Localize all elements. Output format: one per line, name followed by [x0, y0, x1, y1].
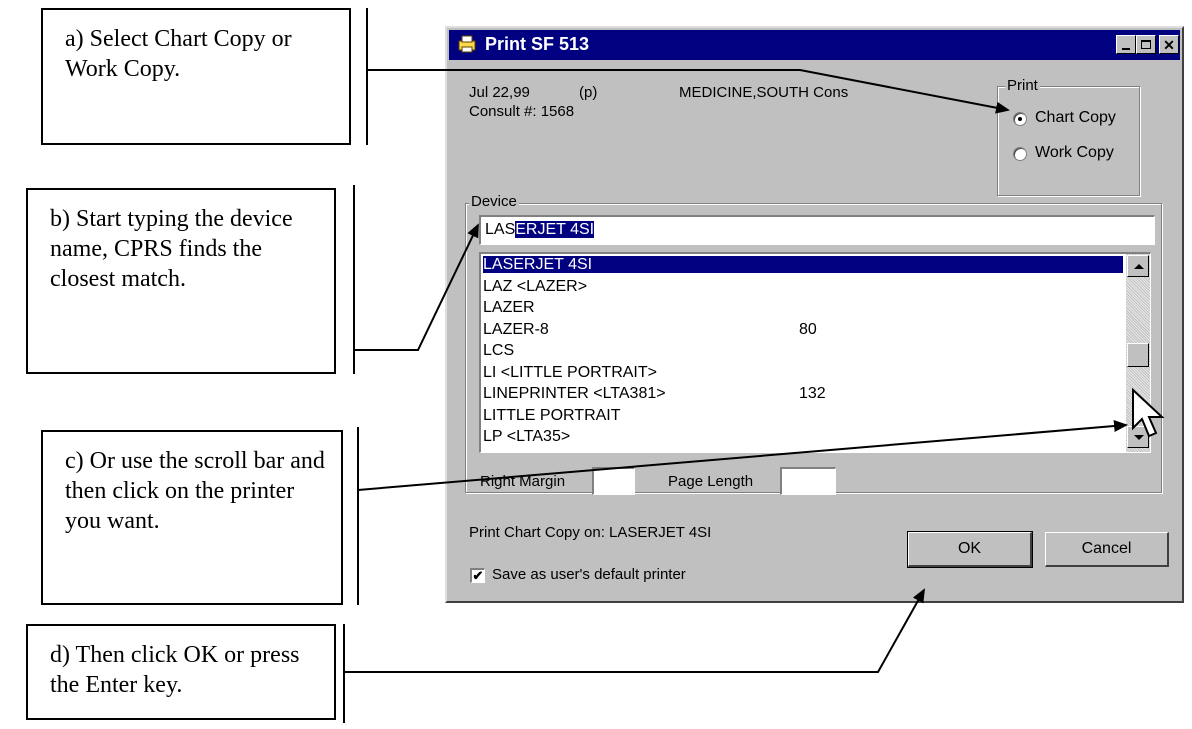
callout-d-text: d) Then click OK or press the Enter key.	[50, 642, 300, 698]
close-button[interactable]: ✕	[1159, 35, 1179, 54]
device-group-label: Device	[469, 193, 519, 210]
dialog-title: Print SF 513	[485, 34, 590, 54]
device-list-item[interactable]: LP <LTA35>	[483, 428, 1083, 445]
print-group-label: Print	[1005, 77, 1040, 94]
maximize-button[interactable]	[1136, 35, 1156, 54]
device-list-item[interactable]: LI <LITTLE PORTRAIT>	[483, 364, 1083, 381]
page-length-label: Page Length	[668, 473, 754, 490]
device-input-text: LASERJET 4SI	[485, 221, 595, 239]
device-name: LINEPRINTER <LTA381>	[483, 385, 666, 402]
device-margin: 132	[799, 385, 826, 402]
consult-date: Jul 22,99	[469, 84, 530, 101]
device-margin: 80	[799, 320, 817, 338]
device-list-item[interactable]: LITTLE PORTRAIT	[483, 407, 1083, 424]
consult-flag: (p)	[579, 84, 598, 101]
ok-button[interactable]: OK	[907, 531, 1033, 568]
page-length-input[interactable]	[780, 467, 836, 495]
radio-work-copy[interactable]	[1013, 147, 1027, 161]
callout-c-divider	[357, 427, 359, 605]
device-name: LASERJET 4SI	[483, 256, 593, 273]
mouse-cursor-icon	[1132, 388, 1165, 438]
print-on-text: Print Chart Copy on: LASERJET 4SI	[469, 524, 712, 541]
callout-d-divider	[343, 624, 345, 723]
device-list-item[interactable]: LCS	[483, 342, 1083, 359]
callout-d: d) Then click OK or press the Enter key.	[26, 624, 336, 720]
device-name: LITTLE PORTRAIT	[483, 406, 621, 424]
device-list-item[interactable]: LAZ <LAZER>	[483, 278, 1083, 295]
right-margin-label: Right Margin	[480, 473, 566, 490]
right-margin-input[interactable]	[592, 467, 635, 495]
device-list-item[interactable]: LASERJET 4SI	[483, 256, 1123, 273]
device-name: LAZ <LAZER>	[483, 277, 588, 295]
device-name: LCS	[483, 342, 515, 359]
cancel-button[interactable]: Cancel	[1045, 532, 1169, 567]
device-name: LAZER	[483, 299, 535, 316]
print-group	[997, 86, 1140, 196]
cancel-button-label: Cancel	[1081, 540, 1132, 557]
radio-work-copy-label[interactable]: Work Copy	[1035, 144, 1114, 162]
callout-b: b) Start typing the device name, CPRS fi…	[26, 188, 336, 374]
save-default-checkbox[interactable]: ✔	[470, 568, 485, 583]
device-list-item[interactable]: LINEPRINTER <LTA381> 132	[483, 385, 1083, 402]
radio-chart-copy[interactable]	[1013, 112, 1027, 126]
minimize-icon	[1122, 47, 1130, 50]
device-input[interactable]: LASERJET 4SI	[479, 215, 1155, 245]
radio-chart-copy-label[interactable]: Chart Copy	[1035, 109, 1116, 127]
close-icon: ✕	[1163, 36, 1175, 53]
callout-c: c) Or use the scroll bar and then click …	[41, 430, 343, 605]
title-bar[interactable]: Print SF 513 ✕	[449, 30, 1180, 60]
save-default-label[interactable]: Save as user's default printer	[492, 566, 686, 583]
device-list[interactable]: LASERJET 4SI LAZ <LAZER> LAZER LAZER-8 80 LCS…	[479, 252, 1151, 453]
scroll-up-button[interactable]	[1127, 255, 1149, 277]
callout-a-divider	[366, 8, 368, 145]
scroll-thumb[interactable]	[1127, 343, 1149, 367]
consult-service: MEDICINE,SOUTH Cons	[679, 84, 849, 101]
callout-a-text: a) Select Chart Copy or Work Copy.	[65, 26, 292, 82]
device-autocomplete-text: ERJET 4SI	[515, 221, 595, 238]
print-dialog: Print SF 513 ✕ Jul 22,99 (p) MEDICINE,SO…	[445, 26, 1184, 603]
arrow-up-icon	[1134, 264, 1144, 269]
device-list-item[interactable]: LAZER-8 80	[483, 321, 1083, 338]
ok-button-label: OK	[957, 540, 982, 557]
maximize-icon	[1141, 40, 1151, 49]
device-typed-text: LAS	[485, 221, 516, 238]
callout-b-divider	[353, 185, 355, 374]
device-list-item[interactable]: LAZER	[483, 299, 1083, 316]
callout-b-text: b) Start typing the device name, CPRS fi…	[50, 206, 293, 292]
consult-number: Consult #: 1568	[469, 103, 575, 120]
device-name: LAZER-8	[483, 320, 549, 338]
device-name: LI <LITTLE PORTRAIT>	[483, 363, 657, 381]
callout-a: a) Select Chart Copy or Work Copy.	[41, 8, 351, 145]
minimize-button[interactable]	[1116, 35, 1136, 54]
device-name: LP <LTA35>	[483, 428, 571, 445]
printer-icon	[458, 35, 476, 53]
callout-c-text: c) Or use the scroll bar and then click …	[65, 448, 325, 534]
